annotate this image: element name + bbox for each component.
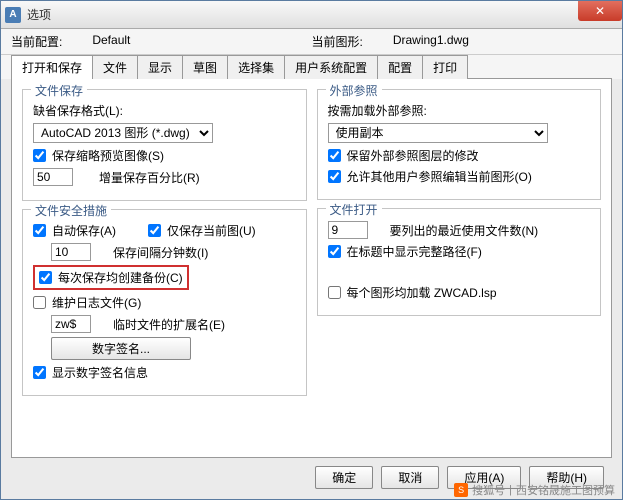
autosave-label: 自动保存(A) xyxy=(52,222,116,239)
tab-content: 文件保存 缺省保存格式(L): AutoCAD 2013 图形 (*.dwg) … xyxy=(11,78,612,458)
watermark-author: 西安铭晟施工图预算 xyxy=(516,482,615,498)
demand-select[interactable]: 使用副本 xyxy=(328,123,548,143)
showsig-label: 显示数字签名信息 xyxy=(52,364,148,381)
cancel-button[interactable]: 取消 xyxy=(381,466,439,489)
current-drawing-value: Drawing1.dwg xyxy=(393,33,469,50)
watermark-divider: | xyxy=(509,484,512,496)
current-drawing-label: 当前图形: xyxy=(312,33,363,50)
thumb-label: 保存缩略预览图像(S) xyxy=(52,147,164,164)
watermark-source: 搜狐号 xyxy=(472,482,505,498)
backup-highlight: 每次保存均创建备份(C) xyxy=(33,265,189,290)
showsig-checkbox[interactable] xyxy=(33,366,46,379)
fullpath-checkbox[interactable] xyxy=(328,245,341,258)
tab-display[interactable]: 显示 xyxy=(137,55,183,79)
retain-checkbox[interactable] xyxy=(328,149,341,162)
group-title-safety: 文件安全措施 xyxy=(31,202,111,219)
tab-config[interactable]: 配置 xyxy=(377,55,423,79)
retain-label: 保留外部参照图层的修改 xyxy=(347,147,479,164)
logfile-checkbox[interactable] xyxy=(33,296,46,309)
fullpath-label: 在标题中显示完整路径(F) xyxy=(347,243,482,260)
thumb-checkbox[interactable] xyxy=(33,149,46,162)
tempext-input[interactable] xyxy=(51,315,91,333)
group-title-xref: 外部参照 xyxy=(326,82,382,99)
load-checkbox[interactable] xyxy=(328,286,341,299)
curonly-label: 仅保存当前图(U) xyxy=(167,222,256,239)
default-format-select[interactable]: AutoCAD 2013 图形 (*.dwg) xyxy=(33,123,213,143)
info-row: 当前配置: Default 当前图形: Drawing1.dwg xyxy=(1,29,622,55)
load-label: 每个图形均加载 ZWCAD.lsp xyxy=(347,284,497,301)
tab-draft[interactable]: 草图 xyxy=(182,55,228,79)
curonly-checkbox[interactable] xyxy=(148,224,161,237)
tab-file[interactable]: 文件 xyxy=(92,55,138,79)
app-icon: A xyxy=(5,7,21,23)
tab-strip: 打开和保存 文件 显示 草图 选择集 用户系统配置 配置 打印 xyxy=(1,55,622,79)
close-button[interactable]: ✕ xyxy=(578,1,622,21)
group-xref: 外部参照 按需加载外部参照: 使用副本 保留外部参照图层的修改 允许其他用户参照… xyxy=(317,89,602,200)
backup-label: 每次保存均创建备份(C) xyxy=(58,269,183,286)
group-file-safety: 文件安全措施 自动保存(A) 仅保存当前图(U) 保存间隔分钟数(I) 每次保存… xyxy=(22,209,307,396)
ok-button[interactable]: 确定 xyxy=(315,466,373,489)
allow-label: 允许其他用户参照编辑当前图形(O) xyxy=(347,168,532,185)
tempext-label: 临时文件的扩展名(E) xyxy=(113,316,225,333)
allow-checkbox[interactable] xyxy=(328,170,341,183)
tab-selection[interactable]: 选择集 xyxy=(227,55,285,79)
default-format-label: 缺省保存格式(L): xyxy=(33,102,123,119)
current-config-label: 当前配置: xyxy=(11,33,62,50)
increment-input[interactable] xyxy=(33,168,73,186)
watermark: S 搜狐号 | 西安铭晟施工图预算 xyxy=(454,482,615,498)
interval-label: 保存间隔分钟数(I) xyxy=(113,244,208,261)
window-title: 选项 xyxy=(27,6,51,23)
group-file-open: 文件打开 要列出的最近使用文件数(N) 在标题中显示完整路径(F) 每个图形均加… xyxy=(317,208,602,316)
backup-checkbox[interactable] xyxy=(39,271,52,284)
group-title-file-save: 文件保存 xyxy=(31,82,87,99)
tab-user-system[interactable]: 用户系统配置 xyxy=(284,55,378,79)
watermark-logo-icon: S xyxy=(454,483,468,497)
right-column: 外部参照 按需加载外部参照: 使用副本 保留外部参照图层的修改 允许其他用户参照… xyxy=(317,89,602,447)
logfile-label: 维护日志文件(G) xyxy=(52,294,141,311)
demand-label: 按需加载外部参照: xyxy=(328,102,427,119)
group-file-save: 文件保存 缺省保存格式(L): AutoCAD 2013 图形 (*.dwg) … xyxy=(22,89,307,201)
recent-label: 要列出的最近使用文件数(N) xyxy=(390,222,539,239)
interval-input[interactable] xyxy=(51,243,91,261)
autosave-checkbox[interactable] xyxy=(33,224,46,237)
tab-print[interactable]: 打印 xyxy=(422,55,468,79)
left-column: 文件保存 缺省保存格式(L): AutoCAD 2013 图形 (*.dwg) … xyxy=(22,89,307,447)
signature-button[interactable]: 数字签名... xyxy=(51,337,191,360)
options-dialog: A 选项 ✕ 当前配置: Default 当前图形: Drawing1.dwg … xyxy=(0,0,623,500)
current-config-value: Default xyxy=(92,33,130,50)
recent-input[interactable] xyxy=(328,221,368,239)
titlebar: A 选项 ✕ xyxy=(1,1,622,29)
increment-label: 增量保存百分比(R) xyxy=(99,169,200,186)
group-title-fileopen: 文件打开 xyxy=(326,201,382,218)
tab-open-save[interactable]: 打开和保存 xyxy=(11,55,93,79)
